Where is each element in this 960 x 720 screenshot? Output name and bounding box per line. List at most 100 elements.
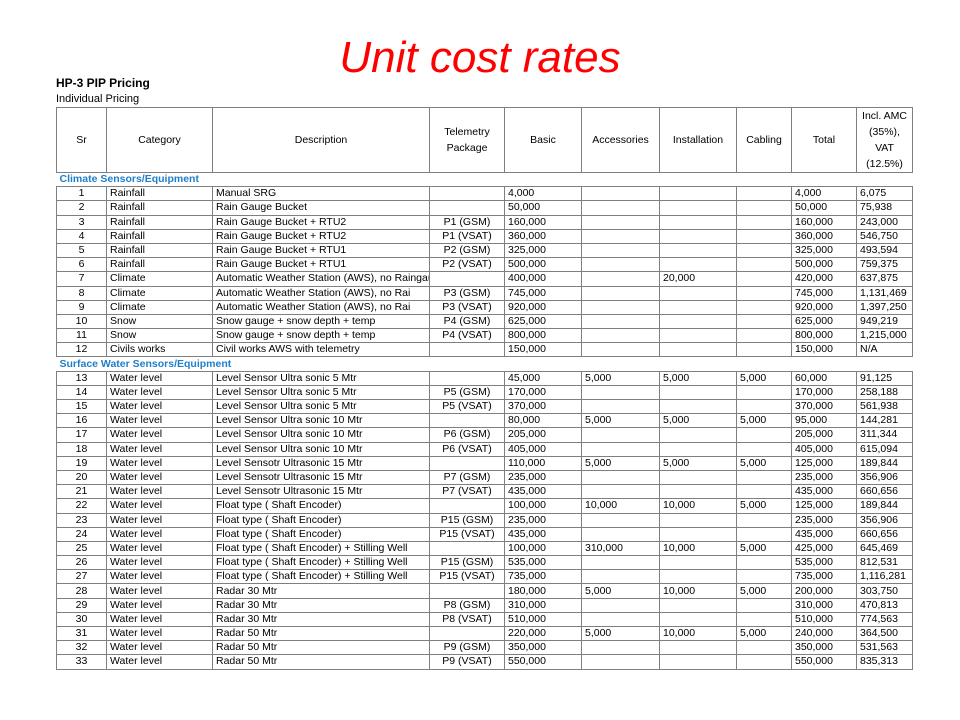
cell-accessories: [581, 484, 660, 500]
cell-accessories: [581, 257, 660, 273]
cell-telemetry-package: P8 (GSM): [429, 597, 505, 613]
cell-accessories: [581, 384, 660, 401]
table-row: 20 Water level Level Sensotr Ultrasonic 15…: [56, 469, 913, 486]
cell-basic: 45,000: [504, 370, 582, 386]
cell-installation: [659, 285, 737, 301]
cell-installation: 10,000: [659, 540, 737, 557]
cell-installation: [659, 427, 737, 443]
cell-incl-amc-vat: 546,750: [856, 228, 913, 244]
column-header-category: Category: [106, 107, 213, 173]
table-row: 26 Water level Float type ( Shaft Encoder)…: [56, 555, 913, 571]
cell-category: Water level: [106, 441, 213, 457]
cell-installation: [659, 569, 737, 585]
cell-telemetry-package: P2 (GSM): [429, 242, 505, 259]
cell-installation: [659, 469, 737, 486]
cell-description: Float type ( Shaft Encoder) + Stilling W…: [212, 540, 430, 557]
cell-sr: 5: [56, 242, 107, 259]
section-title: Surface Water Sensors/Equipment: [56, 356, 913, 372]
cell-sr: 27: [56, 569, 107, 585]
cell-cabling: 5,000: [736, 455, 792, 471]
cell-category: Water level: [106, 427, 213, 443]
cell-incl-amc-vat: 144,281: [856, 413, 913, 429]
cell-total: 735,000: [791, 569, 857, 585]
cell-description: Rain Gauge Bucket + RTU2: [212, 214, 430, 230]
table-row: 4 Rainfall Rain Gauge Bucket + RTU2 P1 (VSA…: [56, 228, 913, 244]
cell-description: Level Sensor Ultra sonic 5 Mtr: [212, 370, 430, 386]
cell-description: Automatic Weather Station (AWS), no Rain…: [212, 271, 430, 287]
cell-cabling: 5,000: [736, 498, 792, 514]
table-row: 27 Water level Float type ( Shaft Encoder)…: [56, 569, 913, 585]
cell-installation: [659, 257, 737, 273]
table-row: 2 Rainfall Rain Gauge Bucket 50,000 50,000 75…: [56, 200, 913, 216]
cell-category: Rainfall: [106, 200, 213, 216]
cell-incl-amc-vat: 243,000: [856, 214, 913, 230]
cell-cabling: [736, 555, 792, 571]
cell-installation: [659, 441, 737, 457]
cell-basic: 370,000: [504, 398, 582, 415]
cell-accessories: [581, 398, 660, 415]
cell-incl-amc-vat: 303,750: [856, 583, 913, 599]
table-row: 32 Water level Radar 50 Mtr P9 (GSM) 350,000…: [56, 640, 913, 656]
cell-total: 500,000: [791, 257, 857, 273]
table-row: 22 Water level Float type ( Shaft Encoder)…: [56, 498, 913, 514]
cell-total: 170,000: [791, 384, 857, 401]
cell-incl-amc-vat: 812,531: [856, 555, 913, 571]
table-row: 1 Rainfall Manual SRG 4,000 4,000 6,075: [56, 186, 913, 202]
cell-installation: [659, 384, 737, 401]
cell-incl-amc-vat: 561,938: [856, 398, 913, 415]
cell-category: Water level: [106, 569, 213, 585]
cell-sr: 13: [56, 370, 107, 386]
cell-description: Float type ( Shaft Encoder) + Stilling W…: [212, 569, 430, 585]
cell-cabling: [736, 640, 792, 656]
cell-basic: 500,000: [504, 257, 582, 273]
cell-sr: 33: [56, 654, 107, 670]
pricing-table: Sr Category Description Telemetry Packag…: [56, 107, 913, 670]
cell-telemetry-package: P15 (VSAT): [429, 569, 505, 585]
cell-accessories: [581, 597, 660, 613]
cell-category: Water level: [106, 597, 213, 613]
cell-installation: 5,000: [659, 413, 737, 429]
cell-installation: 20,000: [659, 271, 737, 287]
cell-cabling: [736, 285, 792, 301]
cell-installation: [659, 299, 737, 315]
cell-installation: 10,000: [659, 583, 737, 599]
cell-cabling: [736, 257, 792, 273]
cell-accessories: [581, 611, 660, 628]
cell-description: Manual SRG: [212, 186, 430, 202]
cell-installation: 10,000: [659, 498, 737, 514]
cell-cabling: [736, 654, 792, 670]
cell-accessories: [581, 186, 660, 202]
cell-category: Climate: [106, 299, 213, 315]
cell-basic: 350,000: [504, 640, 582, 656]
cell-basic: 205,000: [504, 427, 582, 443]
table-row: 15 Water level Level Sensor Ultra sonic 5 …: [56, 398, 913, 415]
table-row: 19 Water level Level Sensotr Ultrasonic 15…: [56, 455, 913, 471]
cell-basic: 170,000: [504, 384, 582, 401]
cell-sr: 1: [56, 186, 107, 202]
cell-cabling: [736, 328, 792, 344]
cell-category: Water level: [106, 498, 213, 514]
cell-sr: 26: [56, 555, 107, 571]
cell-telemetry-package: P15 (GSM): [429, 555, 505, 571]
cell-incl-amc-vat: 531,563: [856, 640, 913, 656]
cell-sr: 18: [56, 441, 107, 457]
cell-cabling: [736, 313, 792, 330]
cell-telemetry-package: [429, 540, 505, 557]
cell-incl-amc-vat: 1,116,281: [856, 569, 913, 585]
cell-category: Rainfall: [106, 257, 213, 273]
cell-description: Snow gauge + snow depth + temp: [212, 328, 430, 344]
cell-basic: 150,000: [504, 342, 582, 358]
table-row: 8 Climate Automatic Weather Station (AWS),…: [56, 285, 913, 301]
cell-basic: 535,000: [504, 555, 582, 571]
cell-description: Float type ( Shaft Encoder): [212, 498, 430, 514]
cell-installation: [659, 526, 737, 542]
cell-incl-amc-vat: 75,938: [856, 200, 913, 216]
cell-total: 235,000: [791, 512, 857, 528]
cell-category: Water level: [106, 512, 213, 528]
cell-category: Water level: [106, 555, 213, 571]
cell-accessories: [581, 640, 660, 656]
column-header-telemetry-package: Telemetry Package: [429, 107, 505, 173]
cell-description: Float type ( Shaft Encoder) + Stilling W…: [212, 555, 430, 571]
cell-total: 625,000: [791, 313, 857, 330]
cell-cabling: 5,000: [736, 625, 792, 642]
